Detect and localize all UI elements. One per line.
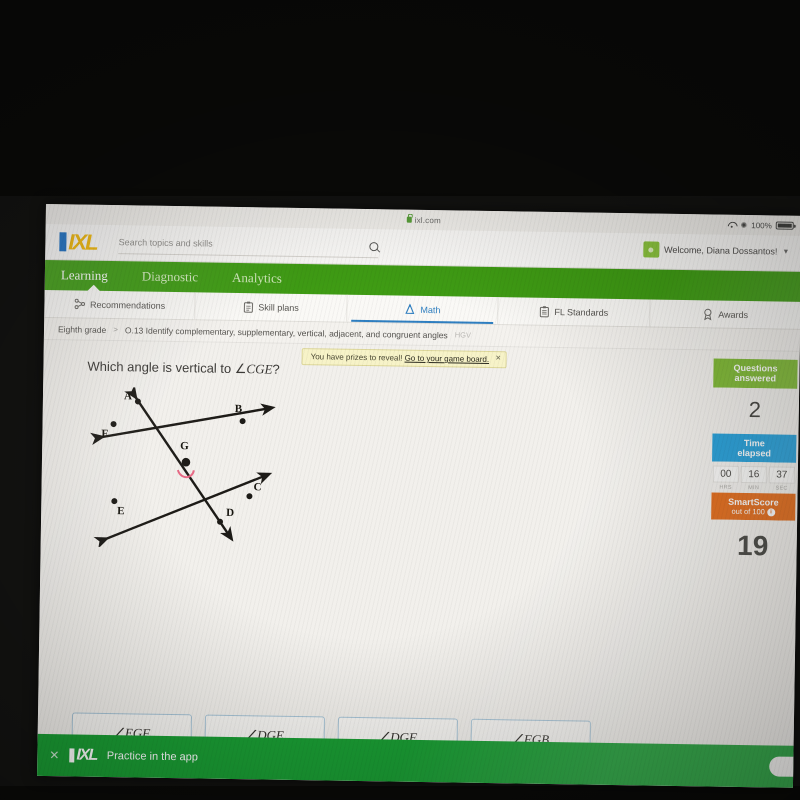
label-c: C (253, 481, 262, 494)
account-menu[interactable]: Welcome, Diana Dossantos! ▼ (642, 241, 790, 259)
tab-label: Math (420, 304, 441, 315)
breadcrumb-skill: O.13 Identify complementary, supplementa… (124, 324, 448, 340)
battery-full-icon (775, 221, 794, 230)
nav-item-analytics[interactable]: Analytics (232, 270, 282, 287)
question-prefix: Which angle is vertical to (87, 358, 235, 376)
tab-awards[interactable]: Awards (650, 300, 800, 329)
search-icon[interactable] (369, 241, 379, 251)
logo-bar (59, 232, 67, 252)
nav-item-learning[interactable]: Learning (61, 267, 108, 284)
url-text: ixl.com (414, 215, 442, 225)
time-minutes-num: 16 (740, 466, 767, 484)
smartscore-value: 19 (710, 519, 796, 574)
bluetooth-icon: ✺ (740, 220, 748, 230)
questions-answered-value: 2 (712, 387, 798, 435)
questions-answered-badge: Questions answered (713, 358, 798, 389)
line-a-d (124, 386, 234, 542)
label-b: B (234, 402, 243, 416)
time-hours-num: 00 (712, 465, 739, 484)
angle-name: CGE (246, 361, 273, 377)
questions-answered-label-2: answered (734, 373, 777, 384)
photographed-tablet-screenshot: ixl.com ✺ 100% IXL Search topics and ski… (0, 0, 800, 800)
lock-icon (406, 216, 412, 223)
compass-math-icon (405, 303, 415, 314)
app-promo-text: Practice in the app (106, 750, 198, 764)
time-minutes: 16 MIN (740, 466, 768, 492)
info-icon[interactable]: i (766, 508, 776, 517)
time-seconds-unit: SEC (775, 485, 788, 493)
skill-code: HGV (454, 330, 472, 340)
time-seconds-num: 37 (768, 466, 795, 485)
label-a: A (123, 390, 133, 403)
time-seconds: 37 SEC (768, 466, 796, 493)
breadcrumb-grade[interactable]: Eighth grade (58, 324, 106, 335)
tab-recommendations[interactable]: Recommendations (44, 289, 197, 320)
angle-diagram-svg (90, 386, 276, 549)
user-avatar-icon (642, 241, 660, 258)
search-placeholder: Search topics and skills (118, 237, 213, 249)
time-elapsed-badge: Time elapsed (712, 433, 797, 464)
question-suffix: ? (272, 361, 280, 377)
tab-label: FL Standards (554, 306, 609, 318)
recommendations-icon (74, 298, 85, 310)
close-icon[interactable]: ✕ (495, 354, 501, 362)
ixl-logo-small: IXL (69, 746, 97, 764)
status-indicators: ✺ 100% (726, 215, 794, 236)
logo-bar (69, 748, 75, 763)
point-e-dot (111, 498, 118, 505)
angle-diagram: A B C D E F G (83, 386, 315, 551)
browser-viewport: ixl.com ✺ 100% IXL Search topics and ski… (37, 204, 800, 788)
label-g: G (180, 440, 189, 453)
smartscore-sub: out of 100 i (713, 507, 793, 517)
point-c-dot (246, 493, 253, 500)
tab-fl-standards[interactable]: FL Standards (498, 297, 651, 327)
point-b-dot (239, 418, 246, 425)
question-area: You have prizes to reveal! Go to your ga… (37, 339, 800, 788)
prize-banner: You have prizes to reveal! Go to your ga… (301, 348, 507, 369)
time-elapsed-value: 00 HRS 16 MIN 37 SEC (711, 461, 797, 495)
smartscore-sub-text: out of 100 (731, 506, 765, 517)
questions-answered-label-1: Questions (733, 362, 778, 374)
tab-label: Skill plans (258, 301, 299, 313)
battery-percent: 100% (751, 220, 772, 230)
label-f: F (101, 427, 109, 441)
ribbon-award-icon (704, 308, 712, 320)
time-minutes-unit: MIN (748, 485, 760, 492)
time-elapsed-label-2: elapsed (737, 447, 772, 459)
tab-label: Recommendations (90, 299, 166, 311)
tab-label: Awards (718, 309, 749, 320)
nav-item-diagnostic[interactable]: Diagnostic (142, 269, 199, 286)
time-elapsed-label-1: Time (743, 437, 765, 449)
search-input[interactable]: Search topics and skills (118, 231, 379, 258)
score-panel: Questions answered 2 Time elapsed 00 HRS… (710, 358, 798, 574)
chevron-down-icon: ▼ (782, 248, 790, 256)
time-hours-unit: HRS (719, 484, 732, 492)
logo-text: IXL (68, 228, 97, 255)
logo-text: IXL (76, 746, 97, 764)
angle-symbol: ∠ (234, 360, 247, 377)
label-e: E (117, 505, 125, 518)
ixl-logo[interactable]: IXL (59, 228, 97, 255)
standards-clipboard-icon (539, 305, 549, 317)
wifi-icon (727, 221, 737, 229)
game-board-link[interactable]: Go to your game board. (405, 354, 490, 364)
breadcrumb-separator: > (113, 325, 118, 335)
tab-skill-plans[interactable]: Skill plans (195, 292, 348, 322)
smartscore-badge: SmartScore out of 100 i (711, 492, 796, 522)
point-f-dot (110, 421, 117, 428)
clipboard-list-icon (243, 301, 253, 313)
time-hours: 00 HRS (712, 465, 740, 492)
question-text: Which angle is vertical to ∠CGE? (87, 359, 280, 378)
label-d: D (226, 506, 235, 519)
tab-math[interactable]: Math (347, 294, 499, 325)
welcome-text: Welcome, Diana Dossantos! (663, 244, 778, 257)
close-icon[interactable]: ✕ (49, 748, 59, 762)
address-display[interactable]: ixl.com (406, 215, 442, 225)
prize-message: You have prizes to reveal! (310, 352, 403, 363)
